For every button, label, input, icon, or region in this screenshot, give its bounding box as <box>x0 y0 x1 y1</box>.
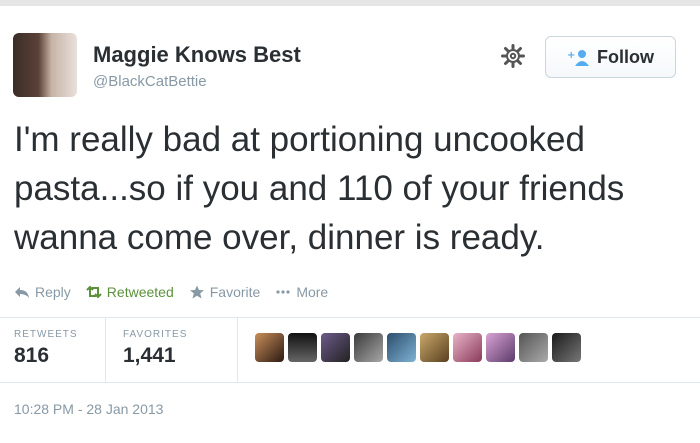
user-name[interactable]: Maggie Knows Best <box>93 42 301 68</box>
tweet-timestamp[interactable]: 10:28 PM - 28 Jan 2013 <box>14 401 163 417</box>
retweets-stat[interactable]: RETWEETS 816 <box>14 329 78 368</box>
follow-button[interactable]: + Follow <box>545 36 676 78</box>
favoriter-avatar[interactable] <box>321 333 350 362</box>
reply-action[interactable]: Reply <box>14 284 71 300</box>
favoriter-avatar[interactable] <box>288 333 317 362</box>
star-icon <box>189 285 204 299</box>
more-label: More <box>296 284 329 300</box>
add-user-icon: + <box>567 50 589 66</box>
more-dots-icon <box>276 290 290 294</box>
reply-label: Reply <box>35 284 71 300</box>
favorite-label: Favorite <box>209 284 261 300</box>
favoriter-avatar[interactable] <box>486 333 515 362</box>
retweet-action[interactable]: Retweeted <box>86 284 174 300</box>
favoriter-avatar[interactable] <box>552 333 581 362</box>
favoriter-avatar[interactable] <box>255 333 284 362</box>
favoriter-avatar[interactable] <box>519 333 548 362</box>
more-action[interactable]: More <box>275 284 328 300</box>
stat-divider <box>237 317 238 382</box>
favorites-label: FAVORITES <box>123 329 188 340</box>
favorites-stat[interactable]: FAVORITES 1,441 <box>123 329 187 368</box>
favoriter-avatars <box>255 333 581 362</box>
favoriter-avatar[interactable] <box>453 333 482 362</box>
retweets-count: 816 <box>14 344 50 367</box>
gear-icon[interactable] <box>501 44 525 68</box>
retweeted-label: Retweeted <box>106 284 174 300</box>
divider <box>0 382 700 383</box>
top-edge <box>0 0 700 6</box>
follow-label: Follow <box>597 46 654 67</box>
user-handle[interactable]: @BlackCatBettie <box>93 73 207 90</box>
tweet-text: I'm really bad at portioning uncooked pa… <box>14 120 625 257</box>
reply-icon <box>15 287 29 298</box>
favoriter-avatar[interactable] <box>420 333 449 362</box>
favoriter-avatar[interactable] <box>354 333 383 362</box>
favoriter-avatar[interactable] <box>387 333 416 362</box>
retweets-label: RETWEETS <box>14 329 78 340</box>
favorite-action[interactable]: Favorite <box>189 284 261 300</box>
favorites-count: 1,441 <box>123 344 176 367</box>
avatar[interactable] <box>13 33 77 97</box>
svg-text:+: + <box>567 50 575 61</box>
tweet-actions: Reply Retweeted Favorite More <box>14 282 343 302</box>
retweet-icon <box>86 285 102 299</box>
stat-divider <box>105 317 106 382</box>
